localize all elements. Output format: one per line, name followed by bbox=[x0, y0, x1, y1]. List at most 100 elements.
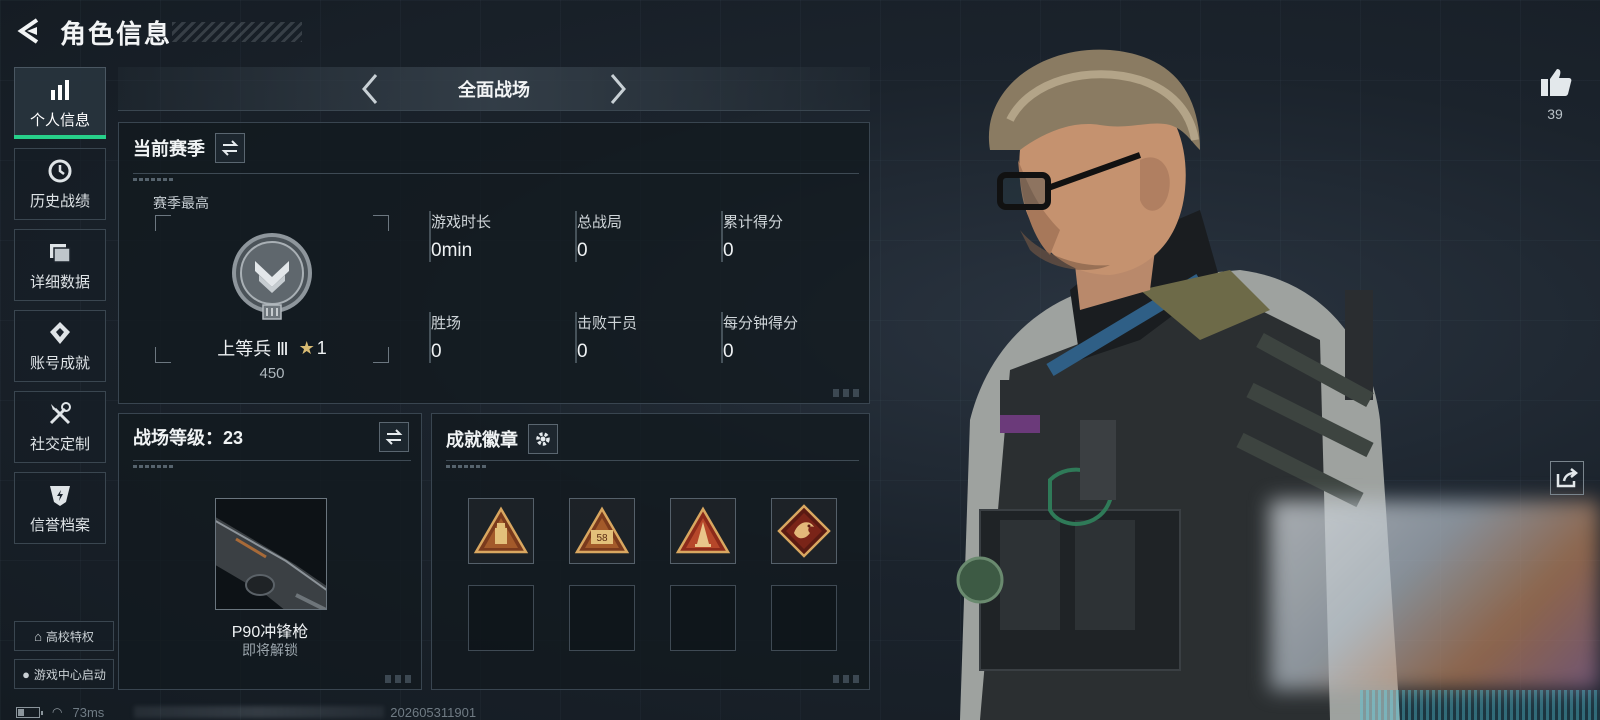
weapon-name: P90冲锋枪 bbox=[231, 624, 309, 641]
build-id: 202605311901 bbox=[390, 704, 477, 720]
chevron-right-icon bbox=[610, 74, 626, 104]
rank-name: 上等兵 Ⅲ bbox=[217, 339, 289, 359]
weapon-status: 即将解锁 bbox=[242, 642, 298, 658]
sidebar: 个人信息 历史战绩 详细数据 账号成就 社交定制 信誉档案 bbox=[14, 67, 106, 553]
current-season-panel: 当前赛季 赛季最高 上等兵 Ⅲ ★ 1 450 游戏时长 0min 总战局 0 … bbox=[118, 122, 870, 404]
season-switch-button[interactable] bbox=[215, 133, 245, 163]
battle-level-title: 战场等级：23 bbox=[133, 428, 244, 448]
like-count: 39 bbox=[1547, 106, 1563, 122]
sidebar-item-personal-info[interactable]: 个人信息 bbox=[14, 67, 106, 139]
stat-label: 每分钟得分 bbox=[723, 315, 799, 332]
game-center-launch-button[interactable]: ● 游戏中心启动 bbox=[14, 659, 114, 689]
stat-label: 总战局 bbox=[577, 214, 623, 231]
mode-selector: 全面战场 bbox=[118, 67, 870, 111]
stat-score-per-minute: 每分钟得分 0 bbox=[721, 312, 859, 363]
star-icon: ★ bbox=[298, 337, 315, 358]
penguin-icon: ● bbox=[22, 666, 30, 682]
sidebar-item-label: 社交定制 bbox=[29, 435, 90, 453]
back-button[interactable] bbox=[14, 14, 48, 48]
corner-decoration bbox=[385, 675, 415, 683]
stat-value: 0 bbox=[577, 240, 588, 261]
weapon-tile[interactable] bbox=[215, 498, 327, 610]
badge-slot[interactable] bbox=[670, 498, 736, 564]
like-button[interactable] bbox=[1538, 64, 1574, 100]
swap-icon bbox=[385, 429, 403, 445]
badge-slot-empty[interactable] bbox=[670, 585, 736, 651]
stat-label: 胜场 bbox=[431, 315, 462, 332]
share-button[interactable] bbox=[1550, 461, 1584, 495]
blurred-player-id bbox=[134, 706, 385, 718]
badge-slot-empty[interactable] bbox=[771, 585, 837, 651]
badges-title: 成就徽章 bbox=[446, 430, 518, 450]
season-panel-title: 当前赛季 bbox=[133, 139, 205, 159]
mode-next-button[interactable] bbox=[602, 73, 634, 105]
stat-value: 0min bbox=[431, 240, 473, 261]
badge-slot[interactable]: 58 bbox=[569, 498, 635, 564]
battery-level bbox=[18, 708, 24, 716]
stat-label: 累计得分 bbox=[723, 214, 784, 231]
campus-privilege-button[interactable]: ⌂ 高校特权 bbox=[14, 621, 114, 651]
stat-value: 0 bbox=[723, 341, 734, 362]
back-arrow-icon bbox=[17, 18, 39, 44]
sidebar-item-label: 个人信息 bbox=[29, 111, 90, 129]
stat-value: 0 bbox=[723, 240, 734, 261]
stat-operators-defeated: 击败干员 0 bbox=[575, 312, 721, 363]
status-bar: ◠ 73ms 202605311901 bbox=[16, 704, 476, 720]
divider-tick bbox=[133, 178, 173, 181]
history-icon bbox=[47, 158, 73, 184]
stat-label: 击败干员 bbox=[577, 315, 638, 332]
badge-slot-empty[interactable] bbox=[468, 585, 534, 651]
sidebar-item-history[interactable]: 历史战绩 bbox=[14, 148, 106, 220]
sidebar-item-label: 信誉档案 bbox=[29, 516, 90, 534]
tools-icon bbox=[47, 401, 73, 427]
divider bbox=[446, 460, 859, 461]
stat-play-time: 游戏时长 0min bbox=[429, 211, 575, 262]
page-title: 角色信息 bbox=[60, 19, 173, 49]
gear-icon bbox=[536, 432, 550, 446]
campus-label: 高校特权 bbox=[45, 629, 94, 644]
rank-points: 450 bbox=[259, 365, 285, 382]
season-panel-header: 当前赛季 bbox=[133, 133, 245, 163]
data-cards-icon bbox=[47, 239, 73, 265]
rank-frame: 上等兵 Ⅲ ★ 1 bbox=[155, 215, 389, 363]
sidebar-item-detailed-data[interactable]: 详细数据 bbox=[14, 229, 106, 301]
wifi-icon: ◠ bbox=[52, 705, 63, 719]
p90-smg-icon bbox=[216, 517, 326, 609]
credit-shield-icon bbox=[47, 482, 73, 508]
gold-triangle-badge-icon bbox=[473, 506, 529, 554]
swap-icon bbox=[221, 140, 239, 156]
sidebar-item-achievements[interactable]: 账号成就 bbox=[14, 310, 106, 382]
gold-triangle-58-badge-icon: 58 bbox=[574, 506, 630, 554]
stat-total-matches: 总战局 0 bbox=[575, 211, 721, 262]
badge-slot-empty[interactable] bbox=[569, 585, 635, 651]
corner-decoration bbox=[833, 389, 863, 397]
sidebar-item-social-custom[interactable]: 社交定制 bbox=[14, 391, 106, 463]
mode-prev-button[interactable] bbox=[354, 73, 386, 105]
chevron-left-icon bbox=[362, 74, 378, 104]
corner-decoration bbox=[833, 675, 863, 683]
sidebar-item-credit-record[interactable]: 信誉档案 bbox=[14, 472, 106, 544]
badge-slot[interactable] bbox=[771, 498, 837, 564]
stat-wins: 胜场 0 bbox=[429, 312, 575, 363]
rank-emblem-icon bbox=[232, 233, 312, 320]
stat-value: 0 bbox=[431, 341, 442, 362]
season-best-label: 赛季最高 bbox=[153, 195, 209, 211]
sidebar-item-label: 账号成就 bbox=[29, 354, 90, 372]
season-stats-grid: 游戏时长 0min 总战局 0 累计得分 0 胜场 0 击败干员 0 每分钟得分… bbox=[429, 211, 859, 363]
battle-level-switch-button[interactable] bbox=[379, 422, 409, 452]
rank-stars: 1 bbox=[316, 337, 327, 358]
badges-header: 成就徽章 bbox=[446, 424, 558, 454]
battle-level-panel: 战场等级：23 P90冲锋枪 即将解锁 bbox=[118, 413, 422, 690]
campus-icon: ⌂ bbox=[34, 628, 42, 644]
achievement-icon bbox=[47, 320, 73, 346]
badge-slot[interactable] bbox=[468, 498, 534, 564]
badge-settings-button[interactable] bbox=[528, 424, 558, 454]
mode-title: 全面战场 bbox=[458, 79, 530, 100]
battle-level-header: 战场等级：23 bbox=[133, 424, 407, 450]
ping-text: 73ms bbox=[72, 704, 105, 720]
divider-tick bbox=[133, 465, 173, 468]
stat-total-score: 累计得分 0 bbox=[721, 211, 859, 262]
badge-number: 58 bbox=[596, 533, 608, 544]
game-center-label: 游戏中心启动 bbox=[33, 667, 106, 682]
sidebar-item-label: 详细数据 bbox=[29, 273, 90, 291]
